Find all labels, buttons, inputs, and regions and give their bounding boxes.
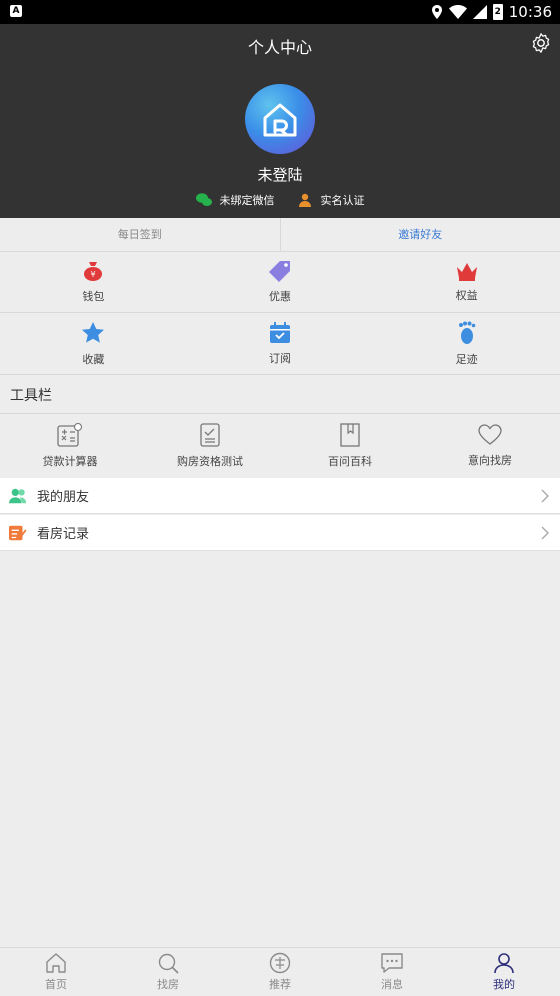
notification-icon: A — [10, 5, 22, 17]
record-icon — [9, 525, 27, 540]
nav-tab-find-house[interactable]: 找房 — [112, 948, 224, 996]
wallet-icon: ¥ — [84, 262, 103, 281]
message-icon — [381, 953, 403, 973]
nav-tab-label: 首页 — [45, 978, 67, 991]
grid-item-label: 订阅 — [269, 351, 291, 365]
tool-label: 贷款计算器 — [42, 455, 98, 468]
checklist-icon — [200, 423, 220, 447]
nav-tab-label: 我的 — [493, 978, 515, 991]
page-title: 个人中心 — [247, 38, 312, 57]
nav-tab-messages[interactable]: 消息 — [336, 948, 448, 996]
tag-icon — [269, 261, 290, 282]
toolbar-items: 贷款计算器 购房资格测试 百问百科 意向找房 — [0, 414, 560, 478]
tool-label: 购房资格测试 — [177, 455, 243, 468]
calendar-icon — [270, 321, 290, 343]
tool-intent-search[interactable]: 意向找房 — [420, 414, 560, 478]
grid-item-discount[interactable]: 优惠 — [187, 252, 374, 312]
user-icon — [494, 953, 514, 974]
grid-item-label: 权益 — [455, 289, 478, 302]
grid-item-label: 足迹 — [455, 352, 478, 366]
grid-item-footprint[interactable]: 足迹 — [373, 313, 560, 374]
list-item-viewing-records[interactable]: 看房记录 — [0, 515, 560, 551]
settings-gear-icon[interactable] — [530, 32, 552, 54]
wechat-icon — [195, 193, 212, 206]
star-icon — [82, 321, 105, 343]
grid-item-favorites[interactable]: 收藏 — [0, 313, 187, 374]
book-icon — [340, 423, 360, 447]
wifi-icon — [448, 5, 467, 19]
feature-grid-row-2: 收藏 订阅 足迹 — [0, 313, 560, 375]
list-item-label: 看房记录 — [37, 527, 90, 542]
nav-tab-label: 推荐 — [269, 978, 291, 991]
nav-tab-label: 消息 — [381, 978, 403, 991]
nav-tab-home[interactable]: 首页 — [0, 948, 112, 996]
tool-loan-calculator[interactable]: 贷款计算器 — [0, 414, 140, 478]
grid-item-label: 钱包 — [82, 290, 105, 303]
grid-item-label: 优惠 — [269, 290, 291, 303]
friends-icon — [9, 488, 27, 503]
tool-encyclopedia[interactable]: 百问百科 — [280, 414, 420, 478]
nav-tab-recommend[interactable]: 推荐 — [224, 948, 336, 996]
app-logo-icon — [263, 103, 297, 137]
daily-signin-button[interactable]: 每日签到 — [0, 218, 281, 251]
action-tabs: 每日签到 邀请好友 — [0, 218, 560, 252]
tool-eligibility-test[interactable]: 购房资格测试 — [140, 414, 280, 478]
id-verify-icon — [298, 193, 311, 207]
tool-label: 意向找房 — [468, 454, 512, 467]
real-name-auth-label: 实名认证 — [320, 194, 365, 207]
battery-icon: 2 — [492, 4, 503, 20]
bind-wechat[interactable]: 未绑定微信 — [195, 192, 275, 208]
grid-item-wallet[interactable]: ¥ 钱包 — [0, 252, 187, 312]
nav-tab-label: 找房 — [157, 978, 179, 991]
chevron-right-icon — [541, 489, 549, 503]
status-bar: A 2 10:36 — [0, 0, 560, 24]
invite-friends-button[interactable]: 邀请好友 — [281, 218, 560, 251]
tool-label: 百问百科 — [328, 455, 372, 468]
bind-wechat-label: 未绑定微信 — [219, 194, 275, 207]
location-icon — [431, 5, 442, 19]
real-name-auth[interactable]: 实名认证 — [298, 192, 365, 208]
profile-header: 个人中心 未登陆 未绑定微信 实名认证 — [0, 24, 560, 218]
grid-item-label: 收藏 — [82, 352, 105, 366]
toolbar-title: 工具栏 — [10, 388, 52, 404]
feature-grid-row-1: ¥ 钱包 优惠 权益 — [0, 252, 560, 313]
grid-item-subscribe[interactable]: 订阅 — [187, 313, 374, 374]
list-item-label: 我的朋友 — [37, 490, 90, 505]
nav-tab-mine[interactable]: 我的 — [448, 948, 560, 996]
recommend-icon — [269, 952, 291, 974]
calculator-icon — [57, 423, 83, 447]
username[interactable]: 未登陆 — [0, 164, 560, 185]
signal-icon — [472, 5, 487, 19]
bottom-nav: 首页 找房 推荐 消息 我的 — [0, 947, 560, 996]
list-item-my-friends[interactable]: 我的朋友 — [0, 478, 560, 514]
avatar[interactable] — [245, 84, 315, 154]
svg-text:¥: ¥ — [91, 270, 96, 279]
heart-icon — [478, 424, 502, 445]
crown-icon — [456, 263, 477, 281]
footprint-icon — [458, 321, 475, 344]
home-icon — [46, 953, 66, 973]
status-time: 10:36 — [508, 3, 552, 21]
chevron-right-icon — [541, 526, 549, 540]
search-icon — [158, 953, 179, 974]
grid-item-rights[interactable]: 权益 — [373, 252, 560, 312]
